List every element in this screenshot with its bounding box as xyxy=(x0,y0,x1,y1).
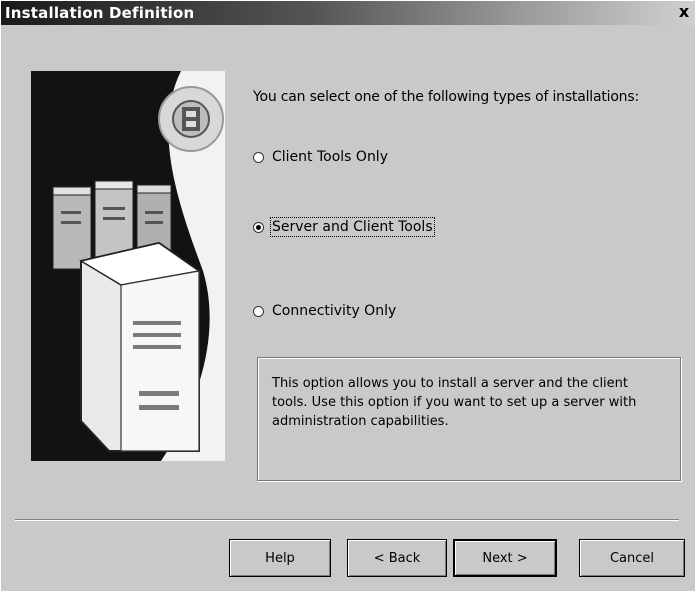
back-button[interactable]: < Back xyxy=(347,539,447,577)
help-button[interactable]: Help xyxy=(229,539,331,577)
back-button-label: < Back xyxy=(373,550,421,566)
radio-button[interactable] xyxy=(253,305,264,317)
option-description: This option allows you to install a serv… xyxy=(272,376,637,429)
title-bar[interactable]: Installation Definition x xyxy=(1,1,695,25)
intro-text: You can select one of the following type… xyxy=(253,89,639,105)
option-label: Client Tools Only xyxy=(272,149,388,165)
divider xyxy=(15,519,679,521)
option-client-tools-only[interactable]: Client Tools Only xyxy=(253,149,388,165)
cancel-button[interactable]: Cancel xyxy=(579,539,685,577)
option-connectivity-only[interactable]: Connectivity Only xyxy=(253,303,396,319)
server-computers-illustration xyxy=(31,71,225,461)
option-label: Connectivity Only xyxy=(272,303,397,319)
installation-dialog: Installation Definition x You can select… xyxy=(0,0,696,592)
cancel-button-label: Cancel xyxy=(609,550,655,566)
next-button[interactable]: Next > xyxy=(453,539,557,577)
option-description-box: This option allows you to install a serv… xyxy=(257,357,681,481)
radio-button[interactable] xyxy=(253,151,264,163)
close-icon[interactable]: x xyxy=(675,3,693,21)
help-button-label: Help xyxy=(265,550,295,566)
next-button-label: Next > xyxy=(482,550,528,566)
window-title: Installation Definition xyxy=(5,4,195,22)
option-label: Server and Client Tools xyxy=(270,217,435,237)
setup-illustration xyxy=(31,71,225,461)
option-server-and-client-tools[interactable]: Server and Client Tools xyxy=(253,217,435,237)
radio-button-selected[interactable] xyxy=(253,221,264,233)
